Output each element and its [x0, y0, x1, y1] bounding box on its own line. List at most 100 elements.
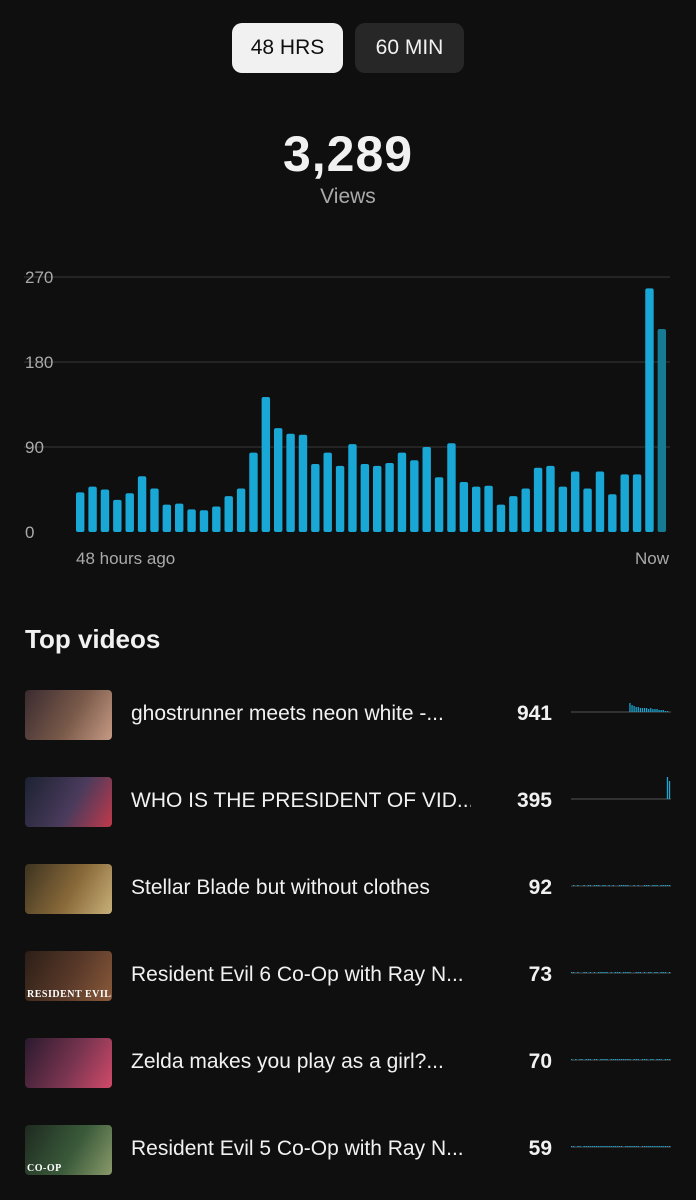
video-row[interactable]: RESIDENT EVIL Resident Evil 6 Co-Op with … [0, 951, 696, 1003]
video-thumbnail[interactable]: RESIDENT EVIL [25, 951, 112, 1001]
sparkline-bar [629, 972, 631, 973]
chart-bar[interactable] [335, 465, 345, 532]
chart-bar[interactable] [533, 467, 543, 532]
video-thumbnail[interactable]: CO-OP [25, 1125, 112, 1175]
sparkline-bar [643, 1146, 646, 1147]
video-row[interactable]: CO-OP Resident Evil 5 Co-Op with Ray N...… [0, 1125, 696, 1177]
sparkline-bar [633, 885, 635, 886]
sparkline-bar [623, 1059, 625, 1060]
video-thumbnail[interactable] [25, 690, 112, 740]
chart-bar[interactable] [397, 452, 407, 532]
chart-bar[interactable] [645, 288, 654, 532]
chart-bar[interactable] [76, 492, 85, 532]
chart-bar[interactable] [113, 499, 122, 532]
chart-bar[interactable] [509, 496, 518, 532]
video-title[interactable]: Stellar Blade but without clothes [131, 876, 471, 900]
x-axis-start-label: 48 hours ago [76, 549, 175, 568]
video-row[interactable]: Zelda makes you play as a girl?... 70 [0, 1038, 696, 1090]
chart-bar[interactable] [484, 485, 493, 532]
sparkline-bar [621, 1146, 623, 1147]
video-row[interactable]: WHO IS THE PRESIDENT OF VID... 395 [0, 777, 696, 829]
video-title[interactable]: ghostrunner meets neon white -... [131, 702, 471, 726]
chart-bar[interactable] [224, 496, 233, 532]
chart-bar[interactable] [137, 476, 147, 532]
sparkline-bar [643, 1059, 646, 1060]
sparkline-bar [587, 1059, 589, 1060]
sparkline-bar [652, 1059, 654, 1060]
sparkline-bar [587, 885, 589, 886]
sparkline-bar [668, 972, 671, 973]
video-sparkline [571, 1059, 671, 1061]
chart-bar[interactable] [236, 488, 246, 532]
video-thumbnail[interactable] [25, 864, 112, 914]
sparkline-bar [606, 1059, 608, 1060]
chart-bar[interactable] [608, 494, 617, 532]
sparkline-bar [602, 1059, 604, 1060]
video-title[interactable]: WHO IS THE PRESIDENT OF VID... [131, 789, 471, 813]
sparkline-bar [656, 885, 658, 886]
chart-bar[interactable] [187, 509, 196, 532]
chart-bar[interactable] [150, 488, 159, 532]
chart-bar[interactable] [472, 486, 481, 532]
sparkline-bar [666, 711, 669, 712]
chart-bar[interactable] [360, 464, 370, 532]
sparkline-bar [606, 1146, 608, 1147]
sparkline-bar [627, 1146, 629, 1147]
chart-bar[interactable] [212, 506, 221, 533]
chart-bar[interactable] [385, 463, 394, 532]
chart-bar[interactable] [162, 504, 172, 532]
sparkline-bar [627, 885, 629, 886]
sparkline-bar [631, 1146, 633, 1147]
chart-bar[interactable] [657, 328, 667, 532]
chart-bar[interactable] [348, 444, 357, 532]
video-title[interactable]: Zelda makes you play as a girl?... [131, 1050, 471, 1074]
chart-bar[interactable] [422, 447, 431, 532]
chart-bar[interactable] [298, 434, 308, 532]
chart-bar[interactable] [459, 481, 469, 532]
chart-bar[interactable] [447, 443, 456, 532]
chart-bar[interactable] [199, 510, 209, 532]
tab-60-min[interactable]: 60 MIN [355, 23, 464, 73]
chart-bar[interactable] [88, 486, 97, 532]
chart-bar[interactable] [558, 486, 568, 532]
total-views-label: Views [320, 185, 376, 208]
chart-bar[interactable] [571, 471, 580, 532]
video-row[interactable]: ghostrunner meets neon white -... 941 [0, 690, 696, 742]
chart-bar[interactable] [249, 452, 258, 532]
chart-bar[interactable] [323, 452, 332, 532]
chart-bar[interactable] [274, 428, 283, 532]
video-title[interactable]: Resident Evil 6 Co-Op with Ray N... [131, 963, 471, 987]
sparkline-bar [662, 710, 664, 712]
sparkline-bar [656, 709, 658, 712]
chart-bar[interactable] [434, 477, 444, 532]
chart-bar[interactable] [620, 474, 629, 532]
chart-bar[interactable] [546, 465, 555, 532]
chart-bar[interactable] [125, 493, 134, 532]
views-bar-chart: 270 180 90 0 48 hours ago Now [24, 268, 670, 568]
video-thumbnail[interactable] [25, 777, 112, 827]
chart-bar[interactable] [583, 488, 592, 532]
chart-bar[interactable] [521, 488, 530, 532]
chart-bar[interactable] [373, 465, 382, 532]
video-title[interactable]: Resident Evil 5 Co-Op with Ray N... [131, 1137, 471, 1161]
sparkline-bar [585, 1059, 587, 1060]
video-thumbnail[interactable] [25, 1038, 112, 1088]
chart-bar[interactable] [496, 504, 506, 532]
sparkline-bar [662, 885, 664, 886]
chart-bar[interactable] [286, 433, 295, 532]
tab-48-hrs[interactable]: 48 HRS [232, 23, 343, 73]
sparkline-bar [577, 1146, 579, 1147]
chart-bar[interactable] [595, 471, 605, 532]
sparkline-bar [608, 1146, 610, 1147]
sparkline-bar [637, 1146, 639, 1147]
chart-bar[interactable] [632, 474, 642, 532]
chart-bar[interactable] [175, 503, 184, 532]
top-videos-title: Top videos [25, 624, 161, 654]
chart-bar[interactable] [311, 464, 320, 532]
sparkline-bar [583, 972, 585, 973]
sparkline-bar [664, 1059, 666, 1060]
chart-bar[interactable] [100, 489, 110, 533]
video-row[interactable]: Stellar Blade but without clothes 92 [0, 864, 696, 916]
chart-bar[interactable] [261, 396, 271, 532]
chart-bar[interactable] [410, 460, 419, 532]
